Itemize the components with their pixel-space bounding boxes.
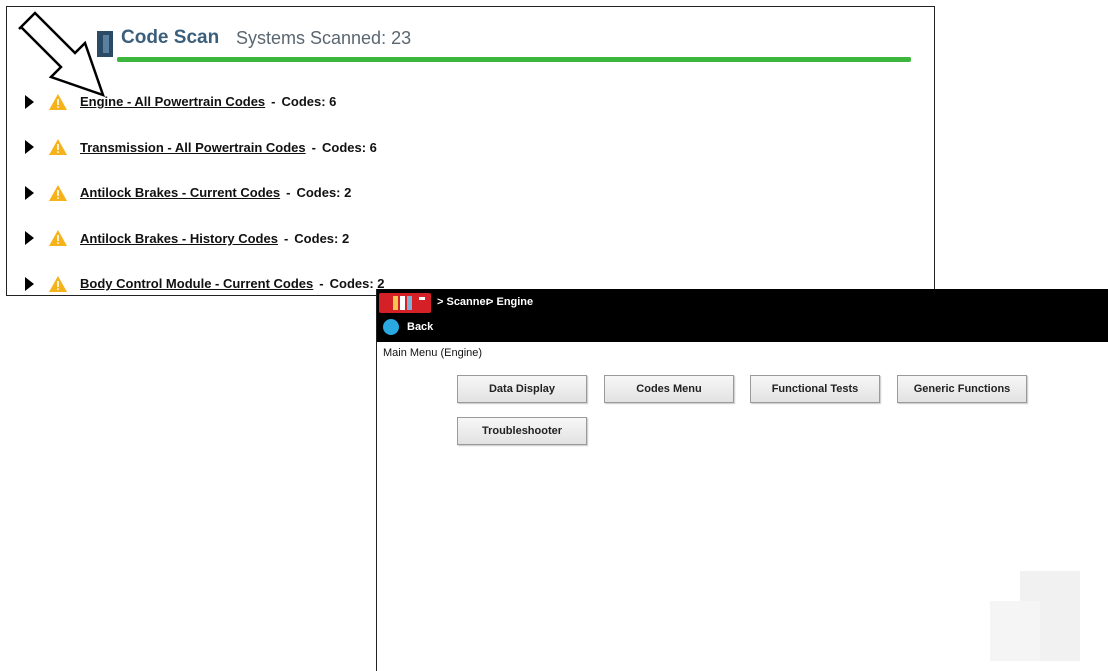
scan-progress-fill — [117, 57, 911, 62]
breadcrumb-scanner[interactable]: > Scanner — [437, 296, 490, 308]
breadcrumb-engine[interactable]: > Engine — [487, 296, 533, 308]
separator: - — [311, 139, 316, 155]
code-count: Codes: 2 — [296, 185, 352, 201]
back-icon[interactable] — [383, 319, 399, 335]
callout-arrow-icon — [18, 11, 106, 98]
code-count: Codes: 2 — [294, 230, 350, 246]
troubleshooter-button[interactable]: Troubleshooter — [457, 417, 587, 445]
scan-result-list: Engine - All Powertrain Codes - Codes: 6… — [21, 79, 921, 307]
system-link-transmission[interactable]: Transmission - All Powertrain Codes — [80, 140, 306, 155]
title-bar: > Scanner > Engine Back — [377, 289, 1108, 342]
page-title: Code Scan — [121, 27, 220, 48]
code-count: Codes: 6 — [321, 139, 377, 155]
list-item: Antilock Brakes - Current Codes - Codes:… — [21, 170, 921, 216]
functional-tests-button[interactable]: Functional Tests — [750, 375, 880, 403]
separator: - — [271, 94, 276, 110]
separator: - — [286, 185, 291, 201]
expand-arrow-icon[interactable] — [25, 185, 34, 200]
scan-progress-bar — [117, 57, 911, 62]
data-display-button[interactable]: Data Display — [457, 375, 587, 403]
codes-menu-button[interactable]: Codes Menu — [604, 375, 734, 403]
warning-icon — [49, 139, 67, 156]
separator: - — [319, 276, 324, 292]
systems-scanned-count: Systems Scanned: 23 — [236, 28, 412, 48]
list-item: Engine - All Powertrain Codes - Codes: 6 — [21, 79, 921, 125]
watermark-icon — [990, 571, 1080, 661]
list-item: Transmission - All Powertrain Codes - Co… — [21, 125, 921, 171]
expand-arrow-icon[interactable] — [25, 231, 34, 246]
separator: - — [283, 230, 289, 246]
expand-arrow-icon[interactable] — [25, 276, 34, 291]
system-link-body-control[interactable]: Body Control Module - Current Codes — [80, 276, 313, 291]
menu-title: Main Menu (Engine) — [383, 347, 483, 359]
warning-icon — [49, 230, 67, 247]
list-item: Antilock Brakes - History Codes - Codes:… — [21, 216, 921, 262]
system-link-antilock-current[interactable]: Antilock Brakes - Current Codes — [80, 185, 280, 200]
code-scan-panel: Code Scan Systems Scanned: 23 Engine - A… — [6, 6, 935, 296]
expand-arrow-icon[interactable] — [25, 140, 34, 155]
generic-functions-button[interactable]: Generic Functions — [897, 375, 1027, 403]
home-logo-icon[interactable] — [379, 293, 431, 313]
back-button[interactable]: Back — [407, 321, 433, 333]
warning-icon — [49, 184, 67, 201]
system-link-antilock-history[interactable]: Antilock Brakes - History Codes — [80, 231, 278, 246]
engine-main-menu-panel: > Scanner > Engine Back Main Menu (Engin… — [376, 289, 1108, 671]
warning-icon — [49, 275, 67, 292]
code-count: Codes: 6 — [281, 94, 337, 110]
